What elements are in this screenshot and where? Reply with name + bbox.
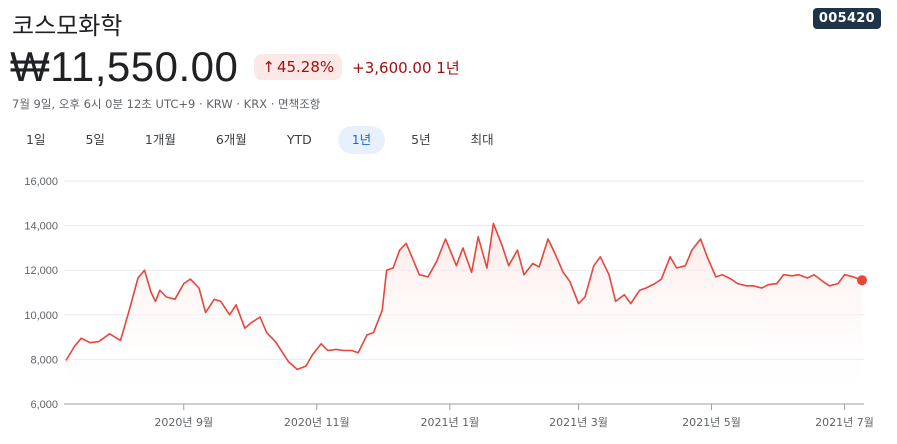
tab-1d[interactable]: 1일 [12,126,59,154]
range-tabs: 1일 5일 1개월 6개월 YTD 1년 5년 최대 [12,126,520,154]
tab-6m[interactable]: 6개월 [202,126,261,154]
price-chart[interactable]: 6,000 8,000 10,000 12,000 14,000 16,000 2020년… [0,168,897,444]
tab-5d[interactable]: 5일 [71,126,118,154]
y-tick-label: 16,000 [24,176,58,188]
x-tick-label: 2021년 5월 [682,416,741,429]
x-axis: 2020년 9월 2020년 11월 2021년 1월 2021년 3월 2021년 5… [154,404,874,429]
x-tick-label: 2020년 9월 [154,416,213,429]
y-tick-label: 10,000 [24,310,58,322]
y-axis: 6,000 8,000 10,000 12,000 14,000 16,000 [24,176,58,411]
tab-ytd[interactable]: YTD [273,126,326,154]
x-tick-label: 2021년 1월 [420,416,479,429]
tab-1m[interactable]: 1개월 [131,126,190,154]
x-tick-label: 2021년 7월 [815,416,874,429]
y-tick-label: 12,000 [24,265,58,277]
ticker-badge: 005420 [812,8,881,29]
change-percent: 45.28% [276,58,335,76]
arrow-up-icon: ↑ [262,58,275,76]
current-price: ₩11,550.00 [10,43,239,90]
change-absolute: +3,600.00 1년 [352,58,460,77]
x-tick-label: 2020년 11월 [284,416,350,429]
tab-max[interactable]: 최대 [457,126,508,154]
y-tick-label: 14,000 [24,221,58,233]
tab-1y[interactable]: 1년 [337,126,386,154]
y-tick-label: 6,000 [30,399,58,411]
last-price-marker[interactable] [857,275,867,286]
tab-5y[interactable]: 5년 [397,126,444,154]
price-row: ₩11,550.00 ↑ 45.28% +3,600.00 1년 [10,42,460,92]
stock-title: 코스모화학 [12,12,123,40]
y-tick-label: 8,000 [30,354,58,366]
change-percent-badge: ↑ 45.28% [254,54,343,80]
x-tick-label: 2021년 3월 [549,416,608,429]
price-meta: 7월 9일, 오후 6시 0분 12초 UTC+9 · KRW · KRX · … [12,97,321,111]
